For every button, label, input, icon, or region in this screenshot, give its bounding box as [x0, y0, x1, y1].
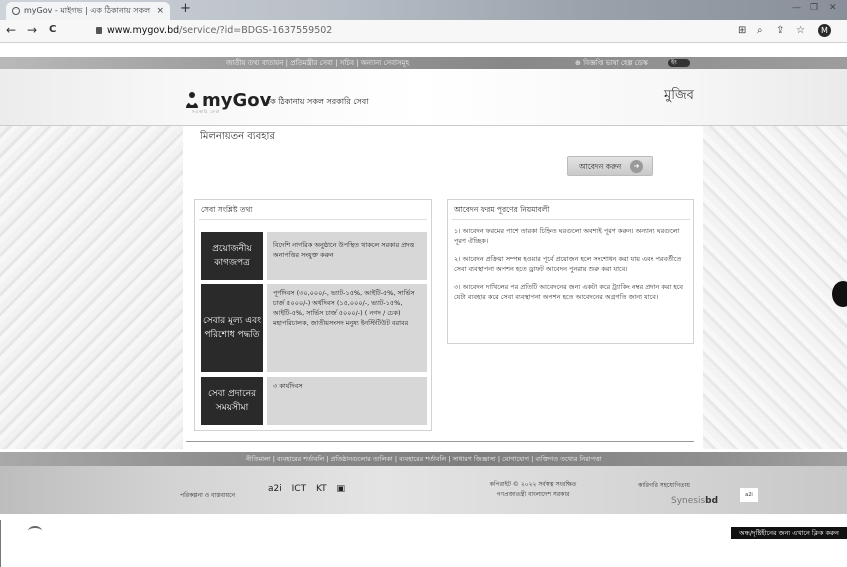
corner-arc-icon — [28, 526, 42, 536]
ict-logo[interactable]: ICT — [292, 484, 306, 494]
left-decorative-background — [0, 126, 183, 449]
a2i-logo[interactable]: a2i — [268, 484, 282, 494]
apply-button[interactable]: আবেদন করুন ➜ — [567, 156, 653, 176]
page-left-edge — [0, 520, 1, 567]
footer-nav: নীতিমালা | ব্যবহারের শর্তাবলি | প্রতিষ্ঠ… — [0, 452, 847, 466]
translate-icon[interactable]: ⊞ — [738, 25, 746, 36]
service-row-fees: সেবার মূল্য এবং পরিশোধ পদ্ধতি পূর্ণদিবস … — [201, 284, 427, 372]
top-links-strip: জাতীয় তথ্য বাতায়ন | প্রতিমন্ত্রীর সেবা… — [0, 57, 847, 69]
site-tagline: এক ঠিকানায় সকল সরকারি সেবা — [264, 97, 369, 106]
form-rules-panel: আবেদন ফরম পূরণের নিয়মাবলী ১। আবেদন ফরমে… — [447, 199, 694, 344]
address-bar: ← → C www.mygov.bd/service/?id=BDGS-1637… — [0, 20, 847, 43]
tech-partner-name: bd — [705, 496, 719, 506]
row-value: ৩ কার্যদিবস — [267, 377, 427, 425]
browser-tab-bar: myGov - মাইগভ | এক ঠিকানায় সকল ... × + … — [0, 0, 847, 20]
share-icon[interactable]: ⇪ — [776, 25, 784, 36]
rules-list: ১। আবেদন ফরমের পাশে তারকা চিহ্নিত ঘরগুলো… — [454, 226, 686, 310]
bookmark-star-icon[interactable]: ☆ — [796, 25, 805, 36]
tab-title: myGov - মাইগভ | এক ঠিকানায় সকল ... — [24, 6, 152, 15]
url-host: www.mygov.bd — [107, 25, 180, 36]
content-bottom-divider — [186, 441, 694, 442]
footer-planning-label: পরিকল্পনা ও বাস্তবায়নে — [180, 492, 236, 499]
profile-avatar[interactable]: M — [818, 24, 831, 37]
arrow-right-icon: ➜ — [630, 160, 643, 173]
chat-logo[interactable]: a2i — [740, 488, 758, 502]
rule-item: ১। আবেদন ফরমের পাশে তারকা চিহ্নিত ঘরগুলো… — [454, 227, 680, 245]
row-value: পূর্ণদিবস (৩০,০০০/-, ভ্যাট-১৫%, আইটি-৫%,… — [267, 284, 427, 372]
reload-icon[interactable]: C — [49, 24, 56, 35]
site-footer — [0, 466, 847, 514]
right-decorative-background — [703, 126, 847, 449]
row-label: প্রয়োজনীয় কাগজপত্র — [201, 232, 263, 280]
form-rules-heading: আবেদন ফরম পূরণের নিয়মাবলী — [454, 205, 550, 214]
url-field[interactable]: www.mygov.bd/service/?id=BDGS-1637559502 — [96, 24, 762, 38]
copyright-text: কপিরাইট © ২০২২ সর্বস্বত্ব সংরক্ষিত — [489, 481, 577, 488]
new-tab-button[interactable]: + — [180, 1, 191, 16]
apply-button-label: আবেদন করুন — [579, 162, 622, 171]
browser-tab[interactable]: myGov - মাইগভ | এক ঠিকানায় সকল ... × — [6, 2, 170, 20]
close-window-icon[interactable]: ✕ — [829, 3, 837, 13]
kt-logo[interactable]: KT — [316, 484, 327, 494]
mygov-logo[interactable]: myGov — [185, 90, 271, 111]
mygov-logo-icon — [185, 91, 199, 109]
tech-partner-prefix: Synesis — [671, 496, 706, 506]
row-value: বিদেশি নাগরিক অনুষ্ঠানে উপস্থিত থাকলে সর… — [267, 232, 427, 280]
footer-copyright: কপিরাইট © ২০২২ সর্বস্বত্ব সংরক্ষিত গণপ্র… — [458, 480, 608, 500]
top-right-links[interactable]: ⊕ বিজ্ঞপ্তি ভাষা হেল্প ডেস্ক — [575, 57, 648, 69]
service-row-timeline: সেবা প্রদানের সময়সীমা ৩ কার্যদিবস — [201, 377, 427, 425]
lock-icon — [96, 27, 102, 34]
row-label: সেবা প্রদানের সময়সীমা — [201, 377, 263, 425]
page-title: মিলনায়তন ব্যবহার — [200, 131, 275, 142]
back-icon[interactable]: ← — [6, 23, 16, 37]
partner-logo[interactable]: ▣ — [337, 484, 346, 494]
rule-item: ২। আবেদন প্রক্রিয়া সম্পন্ন হওয়ার পূর্ব… — [454, 255, 682, 273]
panel-divider — [199, 219, 427, 220]
national-emblem-logo: মুজিব — [664, 88, 694, 103]
scroll-indicator-icon[interactable] — [832, 281, 847, 307]
tab-close-icon[interactable]: × — [156, 2, 164, 20]
zoom-icon[interactable]: ⌕ — [757, 25, 763, 36]
site-favicon-icon — [12, 7, 20, 15]
row-label: সেবার মূল্য এবং পরিশোধ পদ্ধতি — [201, 284, 263, 372]
restore-icon[interactable]: ❐ — [810, 3, 818, 13]
tech-partner-label: কারিগরি সহযোগিতায় — [638, 482, 690, 489]
service-info-heading: সেবা সংশ্লিষ্ট তথ্য — [201, 205, 253, 214]
tech-partner-logo[interactable]: Synesisbd — [671, 496, 718, 506]
service-row-documents: প্রয়োজনীয় কাগজপত্র বিদেশি নাগরিক অনুষ্… — [201, 232, 427, 280]
minimize-icon[interactable]: — — [792, 3, 801, 13]
rule-item: ৩। আবেদন দাখিলের পর প্রতিটি আবেদনের জন্য… — [454, 283, 684, 301]
site-header — [0, 69, 847, 125]
accessibility-button[interactable]: অন্ধ/দৃষ্টিহীনের জন্য এখানে ক্লিক করুন — [731, 527, 847, 539]
panel-divider — [452, 219, 690, 220]
footer-partner-logos: a2i ICT KT ▣ — [268, 484, 352, 494]
url-path: /service/?id=BDGS-1637559502 — [179, 25, 333, 36]
top-nav-links[interactable]: জাতীয় তথ্য বাতায়ন | প্রতিমন্ত্রীর সেবা… — [226, 57, 409, 69]
copyright-subtext: গণপ্রজাতন্ত্রী বাংলাদেশ সরকার — [496, 491, 570, 498]
language-toggle[interactable]: ইং — [668, 59, 690, 67]
service-info-panel: সেবা সংশ্লিষ্ট তথ্য প্রয়োজনীয় কাগজপত্র… — [194, 199, 432, 431]
footer-nav-links[interactable]: নীতিমালা | ব্যবহারের শর্তাবলি | প্রতিষ্ঠ… — [246, 452, 602, 466]
logo-subtext: সরকারি সেবা — [192, 109, 221, 114]
forward-icon[interactable]: → — [27, 23, 37, 37]
